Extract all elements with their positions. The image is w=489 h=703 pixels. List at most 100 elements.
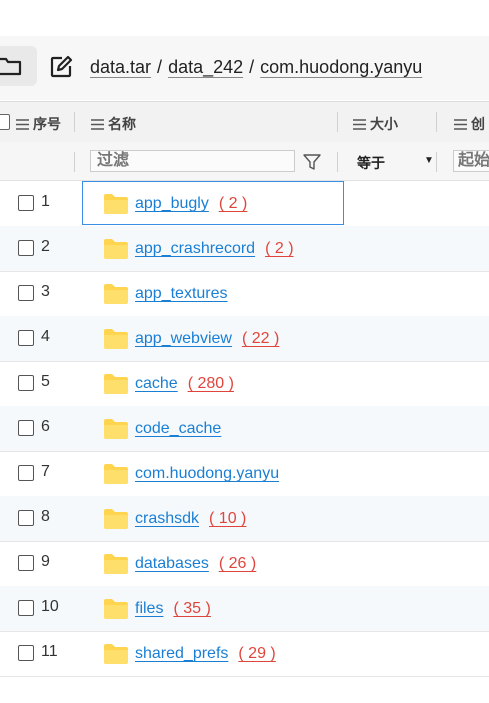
folder-name: app_webview bbox=[135, 330, 232, 347]
item-count: ( 280 ) bbox=[187, 375, 234, 392]
folder-name-link[interactable]: app_webview ( 22 ) bbox=[135, 330, 279, 348]
menu-lines-icon bbox=[454, 119, 467, 130]
chevron-down-icon: ▼ bbox=[424, 155, 434, 166]
row-index: 8 bbox=[41, 508, 50, 525]
table-row[interactable]: 9 databases ( 26 ) bbox=[0, 541, 489, 587]
folder-name: com.huodong.yanyu bbox=[135, 465, 280, 482]
breadcrumb-separator: / bbox=[249, 57, 255, 77]
row-index: 2 bbox=[41, 238, 50, 255]
row-checkbox[interactable] bbox=[18, 375, 34, 391]
row-checkbox[interactable] bbox=[18, 510, 34, 526]
table-row[interactable]: 10 files ( 35 ) bbox=[0, 586, 489, 632]
item-count: ( 2 ) bbox=[218, 195, 248, 212]
folder-icon bbox=[104, 329, 128, 354]
folder-name-link[interactable]: cache ( 280 ) bbox=[135, 375, 234, 393]
menu-lines-icon bbox=[353, 119, 366, 130]
row-checkbox[interactable] bbox=[18, 645, 34, 661]
open-folder-button[interactable] bbox=[0, 46, 37, 86]
folder-icon bbox=[104, 239, 128, 264]
column-header-size-label: 大小 bbox=[370, 116, 398, 132]
column-header-size[interactable]: 大小 bbox=[353, 114, 398, 134]
breadcrumb-item[interactable]: data_242 bbox=[168, 57, 243, 77]
folder-icon bbox=[104, 554, 128, 579]
folder-name-link[interactable]: code_cache bbox=[135, 420, 221, 438]
edit-icon[interactable] bbox=[49, 55, 73, 79]
item-count: ( 35 ) bbox=[173, 600, 211, 617]
folder-icon bbox=[104, 194, 128, 219]
folder-name-link[interactable]: databases ( 26 ) bbox=[135, 555, 256, 573]
table-row[interactable]: 2 app_crashrecord ( 2 ) bbox=[0, 226, 489, 272]
table-row[interactable]: 5 cache ( 280 ) bbox=[0, 361, 489, 407]
folder-outline-icon bbox=[0, 57, 22, 76]
folder-name-link[interactable]: com.huodong.yanyu bbox=[135, 465, 279, 483]
folder-name-link[interactable]: crashsdk ( 10 ) bbox=[135, 510, 246, 528]
folder-name: app_bugly bbox=[135, 195, 209, 212]
item-count: ( 29 ) bbox=[238, 645, 276, 662]
row-checkbox[interactable] bbox=[18, 465, 34, 481]
folder-name: app_textures bbox=[135, 285, 228, 302]
column-resize-handle[interactable] bbox=[337, 112, 338, 132]
menu-lines-icon bbox=[91, 119, 104, 130]
folder-name-link[interactable]: app_bugly ( 2 ) bbox=[135, 195, 247, 213]
column-divider bbox=[337, 152, 338, 172]
folder-name: databases bbox=[135, 555, 209, 572]
select-all-checkbox[interactable] bbox=[0, 114, 10, 130]
column-header-created[interactable]: 创 bbox=[454, 114, 485, 134]
row-checkbox[interactable] bbox=[18, 555, 34, 571]
column-header-index-label: 序号 bbox=[33, 116, 61, 132]
menu-lines-icon bbox=[16, 119, 29, 130]
table-row[interactable]: 7 com.huodong.yanyu bbox=[0, 451, 489, 497]
table-header: 序号 名称 大小 创 bbox=[0, 101, 489, 143]
folder-name-link[interactable]: app_textures bbox=[135, 285, 228, 303]
breadcrumb: data.tar / data_242/com.huodong.yanyu bbox=[90, 57, 422, 78]
folder-name-link[interactable]: app_crashrecord ( 2 ) bbox=[135, 240, 294, 258]
row-index: 5 bbox=[41, 373, 50, 390]
item-count: ( 26 ) bbox=[218, 555, 257, 572]
row-checkbox[interactable] bbox=[18, 240, 34, 256]
folder-name-link[interactable]: shared_prefs ( 29 ) bbox=[135, 645, 276, 663]
breadcrumb-item[interactable]: data.tar bbox=[90, 57, 151, 77]
folder-icon bbox=[104, 464, 128, 489]
row-index: 6 bbox=[41, 418, 50, 435]
table-row[interactable]: 1 app_bugly ( 2 ) bbox=[0, 181, 489, 227]
table-row[interactable]: 3 app_textures bbox=[0, 271, 489, 317]
row-index: 7 bbox=[41, 463, 50, 480]
row-index: 10 bbox=[41, 598, 59, 615]
name-filter-input[interactable]: 过滤 bbox=[90, 150, 295, 172]
row-index: 1 bbox=[41, 193, 50, 210]
filter-funnel-icon[interactable] bbox=[303, 153, 321, 171]
table-row[interactable]: 6 code_cache bbox=[0, 406, 489, 452]
column-header-index[interactable]: 序号 bbox=[16, 114, 61, 134]
row-index: 9 bbox=[41, 553, 50, 570]
table-row[interactable]: 11 shared_prefs ( 29 ) bbox=[0, 631, 489, 677]
folder-icon bbox=[104, 419, 128, 444]
column-resize-handle[interactable] bbox=[74, 112, 75, 132]
row-checkbox[interactable] bbox=[18, 420, 34, 436]
row-checkbox[interactable] bbox=[18, 285, 34, 301]
folder-name-link[interactable]: files ( 35 ) bbox=[135, 600, 211, 618]
filter-row: 过滤 等于 ▼ 起始 bbox=[0, 142, 489, 181]
row-checkbox[interactable] bbox=[18, 195, 34, 211]
column-header-created-label: 创 bbox=[471, 116, 485, 132]
folder-name: files bbox=[135, 600, 164, 617]
folder-name: code_cache bbox=[135, 420, 222, 437]
column-resize-handle[interactable] bbox=[436, 112, 437, 132]
folder-name: cache bbox=[135, 375, 178, 392]
row-index: 4 bbox=[41, 328, 50, 345]
row-index: 11 bbox=[41, 643, 58, 660]
column-header-name[interactable]: 名称 bbox=[91, 114, 136, 134]
item-count: ( 2 ) bbox=[265, 240, 294, 257]
folder-icon bbox=[104, 374, 128, 399]
breadcrumb-separator: / bbox=[157, 57, 163, 77]
table-row[interactable]: 8 crashsdk ( 10 ) bbox=[0, 496, 489, 542]
row-checkbox[interactable] bbox=[18, 600, 34, 616]
column-header-name-label: 名称 bbox=[108, 116, 136, 132]
row-checkbox[interactable] bbox=[18, 330, 34, 346]
folder-name: shared_prefs bbox=[135, 645, 229, 662]
table-row[interactable]: 4 app_webview ( 22 ) bbox=[0, 316, 489, 362]
item-count: ( 22 ) bbox=[241, 330, 280, 347]
item-count: ( 10 ) bbox=[209, 510, 247, 527]
created-start-input[interactable]: 起始 bbox=[453, 150, 489, 172]
breadcrumb-item[interactable]: com.huodong.yanyu bbox=[260, 57, 422, 77]
row-index: 3 bbox=[41, 283, 50, 300]
